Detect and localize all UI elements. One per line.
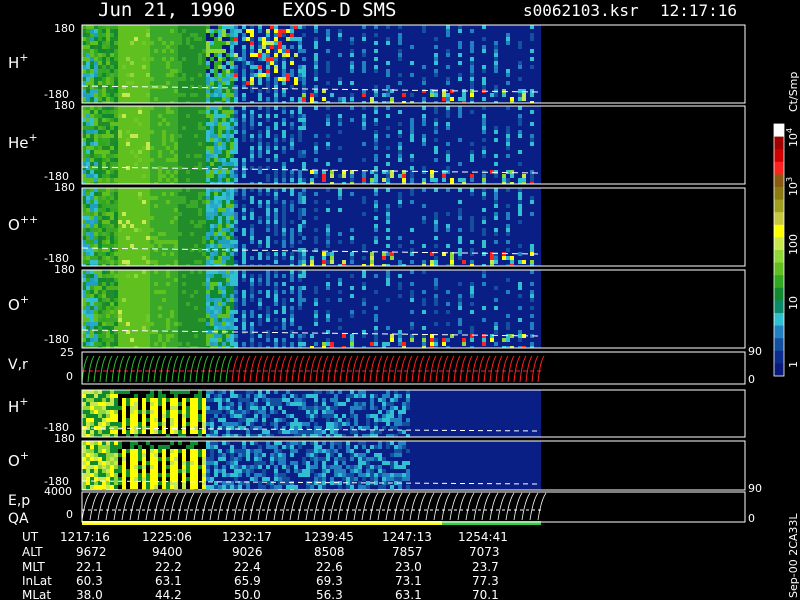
y-tick-top: 4000 <box>44 485 72 498</box>
panel-label-h-plus-2: H+ <box>8 395 29 416</box>
right-tick-bottom: 0 <box>748 512 755 525</box>
ephemeris-cell: 44.2 <box>155 588 182 600</box>
y-tick-top: 180 <box>54 432 75 445</box>
ephemeris-cell: 69.3 <box>316 574 343 588</box>
ephemeris-cell: 22.4 <box>234 560 261 574</box>
colorbar-tick: 104 <box>785 128 800 147</box>
ephemeris-cell: 77.3 <box>472 574 499 588</box>
ephemeris-cell: 56.3 <box>316 588 343 600</box>
right-tick-top: 90 <box>748 482 762 495</box>
ephemeris-cell: 22.1 <box>76 560 103 574</box>
plot-date: Jun 21, 1990 <box>98 0 235 21</box>
colorbar-tick: 100 <box>787 234 800 255</box>
colorbar-tick: 103 <box>785 177 800 196</box>
colorbar-unit: Ct/Smp <box>787 72 800 112</box>
y-tick-top: 180 <box>54 22 75 35</box>
panel-label-o-plusplus: O++ <box>8 213 38 234</box>
ephemeris-cell: 73.1 <box>395 574 422 588</box>
ephemeris-cell: 8508 <box>314 545 345 559</box>
ephemeris-cell: 9400 <box>152 545 183 559</box>
right-tick-bottom: 0 <box>748 373 755 386</box>
ephemeris-cell: 1239:45 <box>304 530 354 544</box>
ephemeris-cell: 1232:17 <box>222 530 272 544</box>
ephemeris-table: UT ALT MLT InLat MLat 1217:16 1225:06 12… <box>22 530 508 600</box>
ephemeris-cell: 22.2 <box>155 560 182 574</box>
exos-d-sms-plot: Jun 21, 1990 EXOS-D SMS s0062103.ksr 12:… <box>8 0 800 600</box>
ephemeris-cell: 9026 <box>232 545 263 559</box>
y-tick-bottom: 0 <box>66 508 73 521</box>
ephemeris-cell: 1217:16 <box>60 530 110 544</box>
panel-label-vr: V,r <box>8 357 28 373</box>
panel-label-ep: E,p <box>8 493 30 509</box>
colorbar-tick-labels: 104 103 100 10 1 <box>785 128 800 368</box>
y-tick-top: 180 <box>54 263 75 276</box>
right-tick-top: 90 <box>748 345 762 358</box>
ephemeris-cell: 23.7 <box>472 560 499 574</box>
ephemeris-cell: 63.1 <box>155 574 182 588</box>
y-tick-top: 25 <box>60 346 74 359</box>
ephemeris-cell: 63.1 <box>395 588 422 600</box>
panel-label-o-plus-2: O+ <box>8 449 29 470</box>
panel-label-h-plus: H+ <box>8 51 29 72</box>
side-note: Sep-00 2CA33L <box>787 513 800 598</box>
ephemeris-cell: 22.6 <box>316 560 343 574</box>
panel-label-qa: QA <box>8 511 29 527</box>
ephemeris-cell: 23.0 <box>395 560 422 574</box>
ephemeris-cell: 50.0 <box>234 588 261 600</box>
ephemeris-cell: 70.1 <box>472 588 499 600</box>
panel-label-he-plus: He+ <box>8 131 38 152</box>
y-tick-top: 180 <box>54 99 75 112</box>
colorbar-tick: 10 <box>787 296 800 310</box>
plot-instrument: EXOS-D SMS <box>282 0 396 21</box>
ephemeris-cell: 65.9 <box>234 574 261 588</box>
ephemeris-cell: 1247:13 <box>382 530 432 544</box>
y-tick-bottom: 0 <box>66 370 73 383</box>
panel-labels: H+ He+ O++ O+ V,r H+ O+ E,p QA <box>8 51 38 527</box>
ephemeris-row-label: MLT <box>22 560 45 574</box>
plot-filename: s0062103.ksr <box>523 1 639 20</box>
ephemeris-cell: 1225:06 <box>142 530 192 544</box>
ephemeris-cell: 9672 <box>76 545 107 559</box>
ephemeris-row-label: InLat <box>22 574 52 588</box>
colorbar <box>773 123 785 377</box>
colorbar-tick: 1 <box>787 361 800 368</box>
ephemeris-cell: 38.0 <box>76 588 103 600</box>
panel-label-o-plus: O+ <box>8 293 29 314</box>
ephemeris-cell: 7073 <box>469 545 500 559</box>
spectrogram-layer <box>82 25 541 525</box>
y-tick-bottom: -180 <box>44 333 69 346</box>
ephemeris-row-label: ALT <box>22 545 43 559</box>
ephemeris-cell: 7857 <box>392 545 423 559</box>
y-tick-top: 180 <box>54 181 75 194</box>
ephemeris-row-label: UT <box>22 530 39 544</box>
ephemeris-cell: 60.3 <box>76 574 103 588</box>
plot-time: 12:17:16 <box>660 1 737 20</box>
ephemeris-cell: 1254:41 <box>458 530 508 544</box>
ephemeris-row-label: MLat <box>22 588 51 600</box>
